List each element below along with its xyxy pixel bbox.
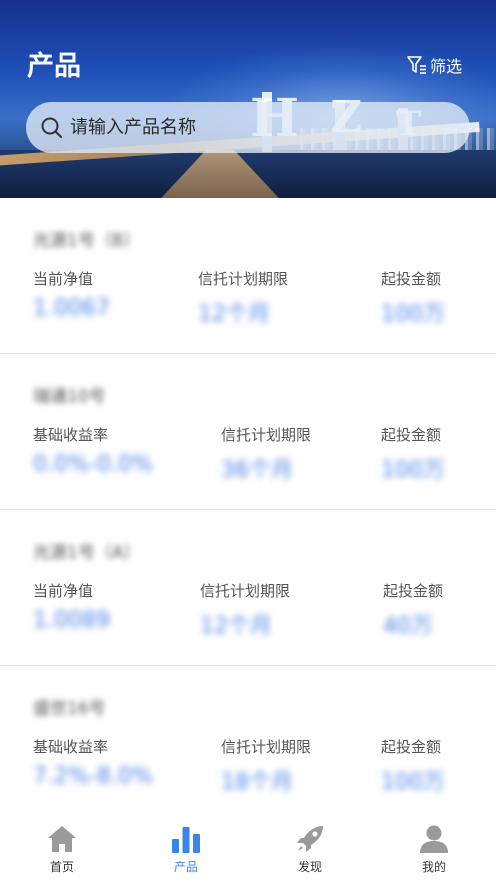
product-card[interactable]: 光源1号（B） 当前净值 信托计划期限 起投金额 1.0067 12个月 100… (0, 198, 496, 354)
tab-mine[interactable]: 我的 (372, 824, 496, 875)
min-investment-value: 100万 (381, 302, 445, 327)
nav-value: 1.0089 (33, 608, 110, 633)
page-title: 产品 (27, 51, 81, 82)
tab-products[interactable]: 产品 (124, 824, 248, 875)
term-value: 36个月 (221, 458, 293, 483)
tab-label: 我的 (421, 860, 446, 874)
product-name: 盛世16号 (33, 699, 106, 719)
min-investment-label: 起投金额 (381, 738, 442, 756)
product-name: 光源1号（A） (33, 543, 141, 563)
search-icon (41, 117, 62, 138)
home-icon (48, 826, 76, 852)
nav-value: 1.0067 (33, 296, 110, 321)
min-investment-label: 起投金额 (381, 270, 442, 288)
search-bar[interactable] (26, 102, 470, 153)
term-value: 12个月 (200, 614, 272, 639)
min-investment-value: 100万 (381, 770, 445, 795)
term-value: 18个月 (221, 770, 293, 795)
term-label: 信托计划期限 (198, 270, 289, 288)
base-yield-value: 0.0%-0.0% (33, 452, 153, 477)
bar-chart-icon (172, 827, 200, 853)
filter-label: 筛选 (429, 57, 462, 76)
base-yield-label: 基础收益率 (33, 738, 109, 756)
nav-label: 当前净值 (33, 582, 94, 600)
min-investment-value: 100万 (381, 458, 445, 483)
tab-label: 发现 (297, 860, 322, 874)
tab-label: 首页 (49, 860, 74, 874)
filter-button[interactable]: 筛选 (406, 53, 462, 77)
product-name: 瑞通10号 (33, 387, 106, 407)
product-card[interactable]: 瑞通10号 基础收益率 信托计划期限 起投金额 0.0%-0.0% 36个月 1… (0, 354, 496, 510)
search-input[interactable] (70, 117, 440, 138)
term-label: 信托计划期限 (221, 426, 312, 444)
bottom-tab-bar: 首页 产品 发现 我的 (0, 812, 496, 883)
nav-label: 当前净值 (33, 270, 94, 288)
term-label: 信托计划期限 (200, 582, 291, 600)
header-banner: H Z T (0, 0, 496, 198)
tab-home[interactable]: 首页 (0, 824, 124, 875)
min-investment-label: 起投金额 (383, 582, 444, 600)
rocket-icon (297, 826, 323, 852)
filter-icon (407, 56, 426, 74)
product-card[interactable]: 光源1号（A） 当前净值 信托计划期限 起投金额 1.0089 12个月 40万 (0, 510, 496, 666)
term-value: 12个月 (198, 302, 270, 327)
product-list: 光源1号（B） 当前净值 信托计划期限 起投金额 1.0067 12个月 100… (0, 198, 496, 822)
user-icon (420, 825, 448, 853)
term-label: 信托计划期限 (221, 738, 312, 756)
tab-discover[interactable]: 发现 (248, 824, 372, 875)
min-investment-value: 40万 (383, 614, 433, 639)
min-investment-label: 起投金额 (381, 426, 442, 444)
product-name: 光源1号（B） (33, 231, 141, 251)
tab-label: 产品 (173, 860, 198, 874)
base-yield-value: 7.2%-8.0% (33, 764, 153, 789)
product-card[interactable]: 盛世16号 基础收益率 信托计划期限 起投金额 7.2%-8.0% 18个月 1… (0, 666, 496, 822)
base-yield-label: 基础收益率 (33, 426, 109, 444)
